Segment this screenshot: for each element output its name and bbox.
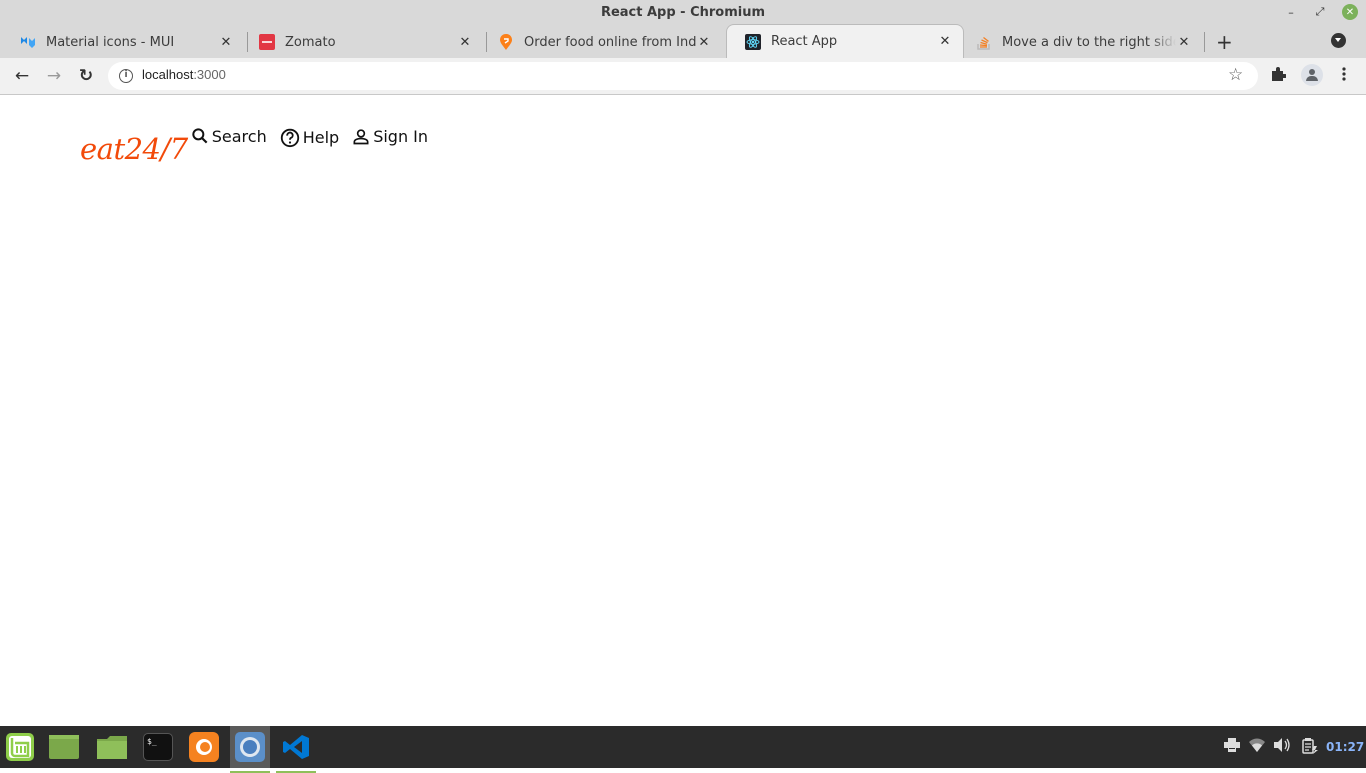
tab-close-icon[interactable]: ✕ (218, 34, 234, 50)
tab-react-app[interactable]: React App ✕ (726, 24, 964, 58)
wifi-icon[interactable] (1249, 738, 1265, 756)
maximize-button[interactable]: ⤢ (1312, 4, 1328, 20)
tab-close-icon[interactable]: ✕ (457, 34, 473, 50)
vscode-icon[interactable] (276, 726, 316, 773)
extensions-icon[interactable] (1270, 66, 1287, 86)
nav-search-label: Search (211, 126, 267, 146)
window-title: React App - Chromium (600, 5, 766, 20)
forward-button[interactable]: → (44, 66, 64, 86)
help-icon (280, 128, 299, 148)
firefox-icon[interactable] (188, 731, 220, 763)
nav-sign-in[interactable]: Sign In (351, 126, 428, 146)
mint-menu-icon[interactable] (4, 731, 36, 763)
page-content: eat24/7 Search Help Sign In (0, 96, 1366, 726)
site-header: eat24/7 Search Help Sign In (80, 126, 438, 167)
tab-close-icon[interactable]: ✕ (1176, 34, 1192, 50)
site-logo[interactable]: eat24/7 (80, 132, 188, 166)
tab-search-button[interactable] (1331, 33, 1346, 48)
chromium-icon[interactable] (230, 726, 270, 773)
tab-title: React App (771, 34, 838, 49)
new-tab-button[interactable]: + (1216, 30, 1233, 54)
tab-swiggy[interactable]: Order food online from India's ✕ (480, 26, 722, 58)
url-port: :3000 (193, 67, 226, 82)
close-window-button[interactable]: ✕ (1342, 4, 1358, 20)
minimize-button[interactable]: – (1283, 4, 1299, 20)
browser-menu-icon[interactable] (1340, 66, 1348, 82)
nav-help-label: Help (302, 127, 340, 147)
reload-button[interactable]: ↻ (76, 66, 96, 86)
terminal-icon[interactable]: $_ (142, 731, 174, 763)
tab-close-icon[interactable]: ✕ (696, 34, 712, 50)
site-info-icon[interactable]: i (119, 69, 133, 83)
mui-icon (20, 34, 36, 50)
nav-search[interactable]: Search (190, 126, 267, 146)
person-icon (353, 129, 369, 145)
tab-title: Material icons - MUI (46, 34, 175, 50)
files-icon[interactable] (48, 731, 80, 763)
stackoverflow-icon (976, 34, 992, 50)
tab-zomato[interactable]: Zomato ✕ (241, 26, 483, 58)
tab-close-icon[interactable]: ✕ (937, 34, 953, 50)
title-bar: React App - Chromium – ⤢ ✕ Material icon… (0, 0, 1366, 58)
taskbar: $_ 01:27 (0, 726, 1366, 773)
back-button[interactable]: ← (12, 66, 32, 86)
zomato-icon (259, 34, 275, 50)
tab-title: Move a div to the right side of (1002, 34, 1176, 50)
browser-toolbar: ← → ↻ i localhost:3000 ☆ (0, 58, 1366, 95)
clipboard-icon[interactable] (1302, 738, 1318, 758)
swiggy-icon (498, 34, 514, 50)
tab-material-icons[interactable]: Material icons - MUI ✕ (2, 26, 244, 58)
address-bar[interactable]: i localhost:3000 ☆ (108, 62, 1258, 90)
react-icon (745, 33, 761, 50)
url-host: localhost (142, 67, 194, 82)
clock[interactable]: 01:27 (1326, 740, 1364, 754)
tab-separator (1204, 32, 1205, 52)
tab-title: Zomato (285, 34, 336, 50)
tab-stackoverflow[interactable]: Move a div to the right side of ✕ (958, 26, 1202, 58)
bookmark-star-icon[interactable]: ☆ (1228, 65, 1243, 85)
tab-title: Order food online from India's (524, 34, 696, 50)
profile-icon[interactable] (1301, 64, 1323, 86)
nav-help[interactable]: Help (279, 126, 339, 148)
folder-icon[interactable] (96, 731, 128, 763)
volume-icon[interactable] (1274, 738, 1292, 756)
url-text[interactable]: localhost:3000 (142, 67, 226, 82)
printer-icon[interactable] (1224, 738, 1240, 756)
search-icon (192, 128, 208, 144)
nav-sign-in-label: Sign In (373, 126, 429, 146)
